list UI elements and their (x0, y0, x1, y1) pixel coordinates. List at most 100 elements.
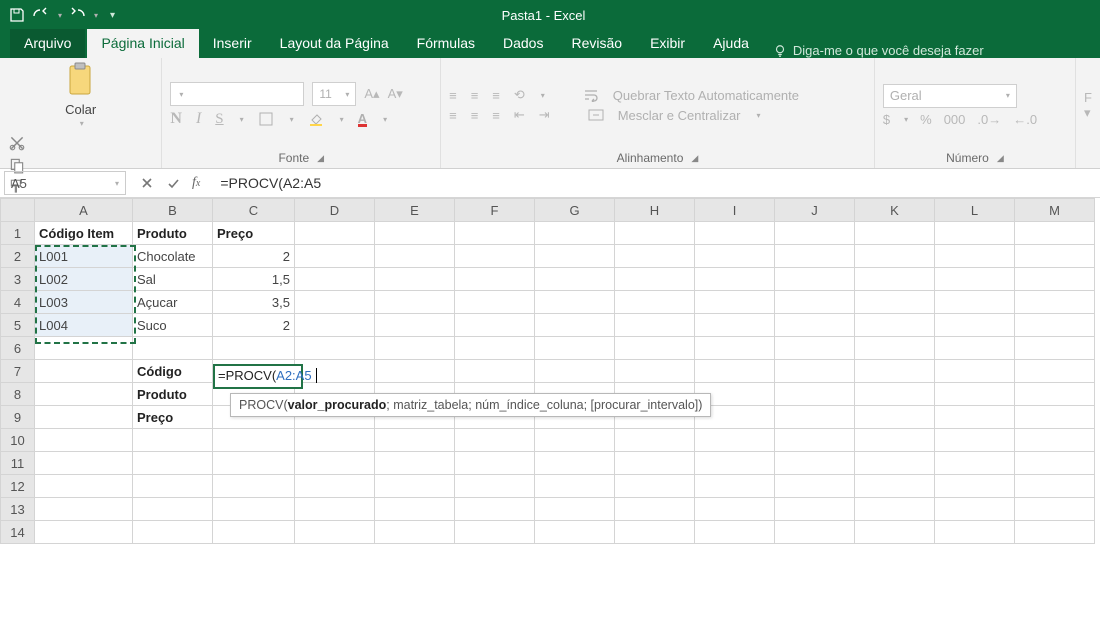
font-dialog-launcher-icon[interactable]: ◢ (317, 153, 324, 164)
wrap-text-icon[interactable] (583, 88, 599, 102)
align-middle-icon[interactable]: ≡ (471, 88, 479, 103)
cell-M1[interactable] (1015, 222, 1095, 245)
cell-F1[interactable] (455, 222, 535, 245)
column-header-G[interactable]: G (535, 199, 615, 222)
column-header-E[interactable]: E (375, 199, 455, 222)
decrease-indent-icon[interactable]: ⇤ (514, 107, 525, 123)
row-header-11[interactable]: 11 (1, 452, 35, 475)
cell-M7[interactable] (1015, 360, 1095, 383)
paste-button[interactable]: Colar ▾ (8, 62, 153, 128)
cell-A7[interactable] (35, 360, 133, 383)
cell-K1[interactable] (855, 222, 935, 245)
cell-I4[interactable] (695, 291, 775, 314)
insert-function-icon[interactable]: fx (192, 175, 200, 191)
column-header-F[interactable]: F (455, 199, 535, 222)
cell-M3[interactable] (1015, 268, 1095, 291)
cell-D10[interactable] (295, 429, 375, 452)
cell-I1[interactable] (695, 222, 775, 245)
cell-E6[interactable] (375, 337, 455, 360)
cell-C2[interactable]: 2 (213, 245, 295, 268)
undo-icon[interactable] (32, 6, 50, 24)
cell-J6[interactable] (775, 337, 855, 360)
cell-K4[interactable] (855, 291, 935, 314)
cell-K5[interactable] (855, 314, 935, 337)
cell-L2[interactable] (935, 245, 1015, 268)
cell-C14[interactable] (213, 521, 295, 544)
tab-file[interactable]: Arquivo (10, 29, 85, 58)
cell-J7[interactable] (775, 360, 855, 383)
cell-L14[interactable] (935, 521, 1015, 544)
cell-J13[interactable] (775, 498, 855, 521)
tell-me-box[interactable]: Diga-me o que você deseja fazer (773, 43, 984, 58)
tab-insert[interactable]: Inserir (199, 29, 266, 58)
increase-decimal-icon[interactable]: .0→ (977, 112, 1001, 127)
cell-M4[interactable] (1015, 291, 1095, 314)
cell-D6[interactable] (295, 337, 375, 360)
cell-A5[interactable]: L004 (35, 314, 133, 337)
cell-H5[interactable] (615, 314, 695, 337)
cell-B14[interactable] (133, 521, 213, 544)
alignment-dialog-launcher-icon[interactable]: ◢ (691, 153, 698, 164)
cell-A14[interactable] (35, 521, 133, 544)
cell-C4[interactable]: 3,5 (213, 291, 295, 314)
merge-label[interactable]: Mesclar e Centralizar (618, 108, 741, 123)
number-format-combo[interactable]: Geral▾ (883, 84, 1017, 108)
cell-F5[interactable] (455, 314, 535, 337)
align-right-icon[interactable]: ≡ (492, 108, 500, 123)
cell-F11[interactable] (455, 452, 535, 475)
align-top-icon[interactable]: ≡ (449, 88, 457, 103)
cell-L3[interactable] (935, 268, 1015, 291)
cell-K7[interactable] (855, 360, 935, 383)
font-size-combo[interactable]: 11▾ (312, 82, 356, 106)
merge-icon[interactable] (588, 108, 604, 122)
increase-font-icon[interactable]: A▴ (364, 86, 379, 102)
cell-M9[interactable] (1015, 406, 1095, 429)
number-dialog-launcher-icon[interactable]: ◢ (997, 153, 1004, 164)
cell-M13[interactable] (1015, 498, 1095, 521)
cell-F7[interactable] (455, 360, 535, 383)
cell-D11[interactable] (295, 452, 375, 475)
cell-G6[interactable] (535, 337, 615, 360)
column-header-M[interactable]: M (1015, 199, 1095, 222)
cell-L9[interactable] (935, 406, 1015, 429)
cell-J2[interactable] (775, 245, 855, 268)
cell-K14[interactable] (855, 521, 935, 544)
cell-C3[interactable]: 1,5 (213, 268, 295, 291)
cut-icon[interactable] (8, 134, 153, 152)
column-header-J[interactable]: J (775, 199, 855, 222)
paste-dropdown-icon[interactable]: ▾ (80, 119, 84, 128)
cell-J12[interactable] (775, 475, 855, 498)
cell-K13[interactable] (855, 498, 935, 521)
cell-A12[interactable] (35, 475, 133, 498)
cell-H7[interactable] (615, 360, 695, 383)
cell-C5[interactable]: 2 (213, 314, 295, 337)
wrap-text-label[interactable]: Quebrar Texto Automaticamente (613, 88, 799, 103)
cell-G5[interactable] (535, 314, 615, 337)
increase-indent-icon[interactable]: ⇥ (539, 107, 550, 123)
cell-A9[interactable] (35, 406, 133, 429)
cell-L8[interactable] (935, 383, 1015, 406)
cell-K6[interactable] (855, 337, 935, 360)
cell-E7[interactable] (375, 360, 455, 383)
tab-view[interactable]: Exibir (636, 29, 699, 58)
cell-B12[interactable] (133, 475, 213, 498)
decrease-font-icon[interactable]: A▾ (388, 86, 403, 102)
cell-K10[interactable] (855, 429, 935, 452)
font-color-icon[interactable]: A (358, 111, 367, 127)
cell-H12[interactable] (615, 475, 695, 498)
orientation-icon[interactable]: ⟲ (514, 87, 525, 103)
undo-dropdown-icon[interactable]: ▾ (58, 11, 62, 20)
cell-L4[interactable] (935, 291, 1015, 314)
cell-M5[interactable] (1015, 314, 1095, 337)
cell-E5[interactable] (375, 314, 455, 337)
cell-I5[interactable] (695, 314, 775, 337)
cell-H3[interactable] (615, 268, 695, 291)
cell-K2[interactable] (855, 245, 935, 268)
cell-K11[interactable] (855, 452, 935, 475)
align-center-icon[interactable]: ≡ (471, 108, 479, 123)
cell-B8[interactable]: Produto (133, 383, 213, 406)
cell-F10[interactable] (455, 429, 535, 452)
cell-G10[interactable] (535, 429, 615, 452)
cell-H10[interactable] (615, 429, 695, 452)
formula-bar-input[interactable]: =PROCV(A2:A5 (210, 175, 1100, 191)
